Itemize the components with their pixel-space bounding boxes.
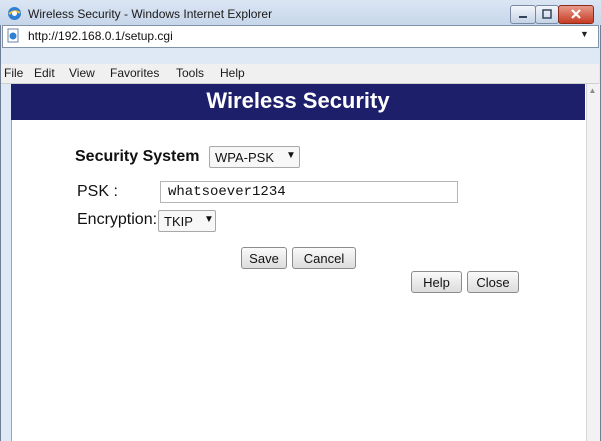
maximize-icon [542, 9, 552, 19]
menu-help[interactable]: Help [220, 66, 245, 80]
psk-input[interactable]: whatsoever1234 [160, 181, 458, 203]
menu-view[interactable]: View [69, 66, 95, 80]
dropdown-arrow-icon[interactable]: ▼ [286, 150, 296, 161]
menu-tools[interactable]: Tools [176, 66, 204, 80]
encryption-label: Encryption: [77, 211, 158, 228]
close-icon [571, 9, 581, 19]
security-system-value: WPA-PSK [215, 150, 274, 165]
minimize-button[interactable] [510, 5, 536, 24]
save-button[interactable]: Save [241, 247, 287, 269]
maximize-button[interactable] [535, 5, 559, 24]
encryption-value: TKIP [164, 214, 193, 229]
menu-edit[interactable]: Edit [34, 66, 55, 80]
security-system-label: Security System [75, 148, 200, 165]
page-icon [7, 28, 19, 43]
cancel-button[interactable]: Cancel [292, 247, 356, 269]
dropdown-arrow-icon[interactable]: ▼ [204, 214, 214, 225]
ie-logo-icon [8, 7, 21, 20]
page-title: Wireless Security [206, 88, 390, 113]
minimize-icon [519, 16, 527, 18]
menu-favorites[interactable]: Favorites [110, 66, 159, 80]
menu-file[interactable]: File [4, 66, 23, 80]
close-button[interactable]: Close [467, 271, 519, 293]
address-url[interactable]: http://192.168.0.1/setup.cgi [28, 29, 173, 43]
window-title: Wireless Security - Windows Internet Exp… [28, 7, 273, 21]
vertical-scrollbar[interactable] [586, 84, 600, 441]
help-button[interactable]: Help [411, 271, 462, 293]
window-close-button[interactable] [558, 5, 594, 24]
scroll-up-icon[interactable]: ▲ [586, 86, 599, 95]
psk-label: PSK : [77, 183, 118, 200]
chevron-down-icon[interactable]: ▼ [580, 29, 589, 39]
